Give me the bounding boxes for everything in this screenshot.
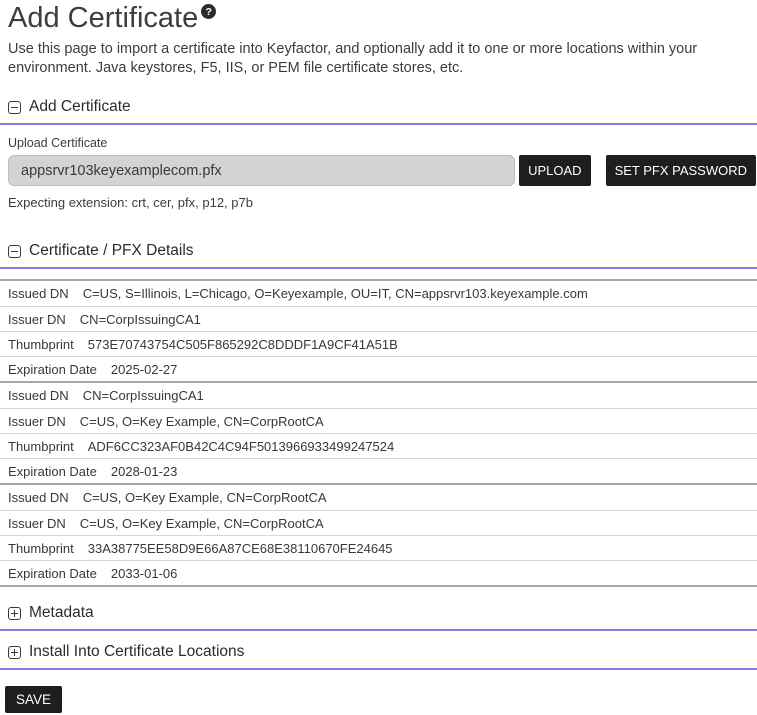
row-value: ADF6CC323AF0B42C4C94F5013966933499247524 [88,439,394,454]
section-label: Install Into Certificate Locations [29,643,244,661]
row-value: C=US, S=Illinois, L=Chicago, O=Keyexampl… [83,286,588,301]
table-row-issuer-dn: Issuer DN C=US, O=Key Example, CN=CorpRo… [0,408,757,433]
row-value: CN=CorpIssuingCA1 [83,388,204,403]
upload-certificate-label: Upload Certificate [8,136,749,150]
certificate-details-table: Issued DN C=US, S=Illinois, L=Chicago, O… [0,279,757,587]
table-row-issued-dn: Issued DN C=US, O=Key Example, CN=CorpRo… [0,485,757,510]
section-header-install-locations[interactable]: Install Into Certificate Locations [0,631,757,670]
row-value: C=US, O=Key Example, CN=CorpRootCA [80,516,324,531]
certificate-group: Issued DN CN=CorpIssuingCA1 Issuer DN C=… [0,381,757,483]
title-row: Add Certificate? [0,2,757,34]
add-certificate-page: Add Certificate? Use this page to import… [0,0,757,713]
section-header-metadata[interactable]: Metadata [0,604,757,631]
upload-row: UPLOAD SET PFX PASSWORD [8,155,756,186]
help-icon[interactable]: ? [201,4,216,19]
row-label: Expiration Date [8,362,97,377]
row-label: Issued DN [8,490,69,505]
row-value: CN=CorpIssuingCA1 [80,312,201,327]
section-label: Metadata [29,604,94,622]
table-row-expiration-date: Expiration Date 2033-01-06 [0,560,757,585]
row-label: Issued DN [8,388,69,403]
row-label: Issued DN [8,286,69,301]
row-label: Thumbprint [8,541,74,556]
row-value: 2025-02-27 [111,362,178,377]
table-row-thumbprint: Thumbprint ADF6CC323AF0B42C4C94F50139669… [0,433,757,458]
row-label: Expiration Date [8,464,97,479]
row-value: 33A38775EE58D9E66A87CE68E38110670FE24645 [88,541,393,556]
row-label: Issuer DN [8,414,66,429]
table-row-expiration-date: Expiration Date 2028-01-23 [0,458,757,483]
section-label: Certificate / PFX Details [29,242,194,260]
expand-plus-icon[interactable] [8,646,21,659]
table-row-issuer-dn: Issuer DN C=US, O=Key Example, CN=CorpRo… [0,510,757,535]
table-row-expiration-date: Expiration Date 2025-02-27 [0,356,757,381]
table-row-issuer-dn: Issuer DN CN=CorpIssuingCA1 [0,306,757,331]
upload-button[interactable]: UPLOAD [519,155,590,186]
row-value: C=US, O=Key Example, CN=CorpRootCA [80,414,324,429]
section-label: Add Certificate [29,98,131,116]
collapse-minus-icon[interactable] [8,101,21,114]
table-row-thumbprint: Thumbprint 573E70743754C505F865292C8DDDF… [0,331,757,356]
row-label: Thumbprint [8,337,74,352]
expand-plus-icon[interactable] [8,607,21,620]
row-label: Issuer DN [8,516,66,531]
table-row-issued-dn: Issued DN C=US, S=Illinois, L=Chicago, O… [0,281,757,306]
section-header-add-certificate[interactable]: Add Certificate [0,98,757,125]
table-row-thumbprint: Thumbprint 33A38775EE58D9E66A87CE68E3811… [0,535,757,560]
table-row-issued-dn: Issued DN CN=CorpIssuingCA1 [0,383,757,408]
certificate-filename-input[interactable] [8,155,515,186]
page-description: Use this page to import a certificate in… [8,40,749,78]
collapse-minus-icon[interactable] [8,245,21,258]
row-value: 2033-01-06 [111,566,178,581]
save-button[interactable]: SAVE [5,686,62,713]
row-value: 2028-01-23 [111,464,178,479]
certificate-group: Issued DN C=US, S=Illinois, L=Chicago, O… [0,279,757,381]
row-value: C=US, O=Key Example, CN=CorpRootCA [83,490,327,505]
page-title: Add Certificate [8,2,198,34]
certificate-group: Issued DN C=US, O=Key Example, CN=CorpRo… [0,483,757,585]
row-label: Issuer DN [8,312,66,327]
extension-hint: Expecting extension: crt, cer, pfx, p12,… [8,195,749,210]
row-label: Thumbprint [8,439,74,454]
section-header-certificate-pfx-details[interactable]: Certificate / PFX Details [0,242,757,269]
row-value: 573E70743754C505F865292C8DDDF1A9CF41A51B [88,337,398,352]
set-pfx-password-button[interactable]: SET PFX PASSWORD [606,155,756,186]
row-label: Expiration Date [8,566,97,581]
